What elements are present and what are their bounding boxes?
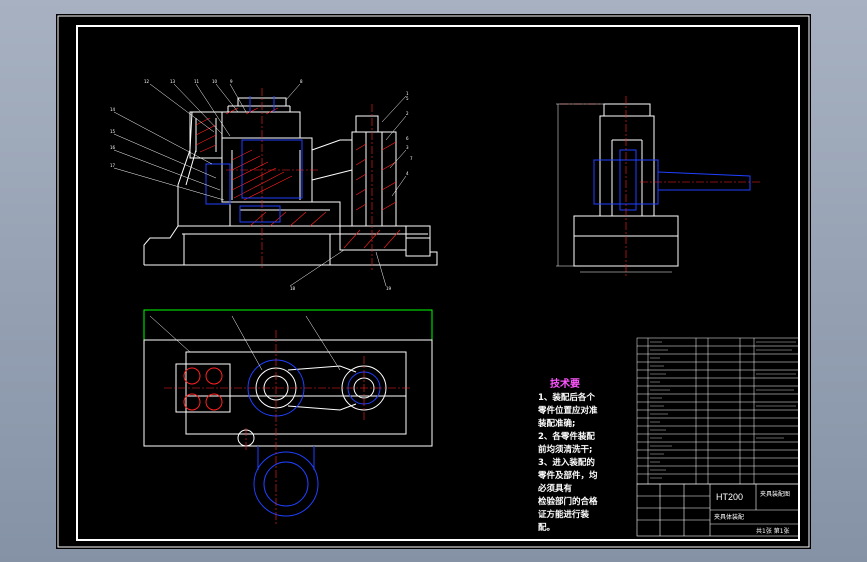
balloon-17: 17 <box>110 163 116 168</box>
material-label: HT200 <box>716 492 743 502</box>
balloon-13: 13 <box>170 79 176 84</box>
requirement-line: 配。 <box>538 523 555 533</box>
requirement-line: 前均须清洗干; <box>538 444 592 455</box>
requirement-line: 检验部门的合格 <box>538 496 598 507</box>
requirement-line: 1、装配后各个 <box>538 392 595 403</box>
part-name: 夹具体装配 <box>714 513 744 521</box>
requirement-line: 2、各零件装配 <box>538 431 595 442</box>
balloon-11: 11 <box>194 79 200 84</box>
balloon-14: 14 <box>110 107 116 112</box>
sheet-info: 共1张 第1张 <box>756 527 790 535</box>
cad-drawing-canvas: 12 13 11 10 9 8 14 15 16 17 1 2 3 4 5 6 … <box>56 14 811 549</box>
balloon-12: 12 <box>144 79 150 84</box>
balloon-18: 18 <box>290 286 296 291</box>
balloon-16: 16 <box>110 145 116 150</box>
requirement-line: 装配准确; <box>537 418 575 429</box>
drawing-sheet <box>56 14 811 549</box>
balloon-15: 15 <box>110 129 116 134</box>
requirement-line: 零件及部件，均 <box>537 470 598 481</box>
requirement-line: 3、进入装配的 <box>538 457 595 468</box>
requirements-title: 技术要 <box>550 377 580 390</box>
requirement-line: 零件位置应对准 <box>537 405 598 416</box>
balloon-19: 19 <box>386 286 392 291</box>
drawing-name: 夹具装配图 <box>760 490 790 498</box>
balloon-10: 10 <box>212 79 218 84</box>
requirement-line: 必须具有 <box>537 483 573 494</box>
requirement-line: 证方能进行装 <box>538 509 590 520</box>
